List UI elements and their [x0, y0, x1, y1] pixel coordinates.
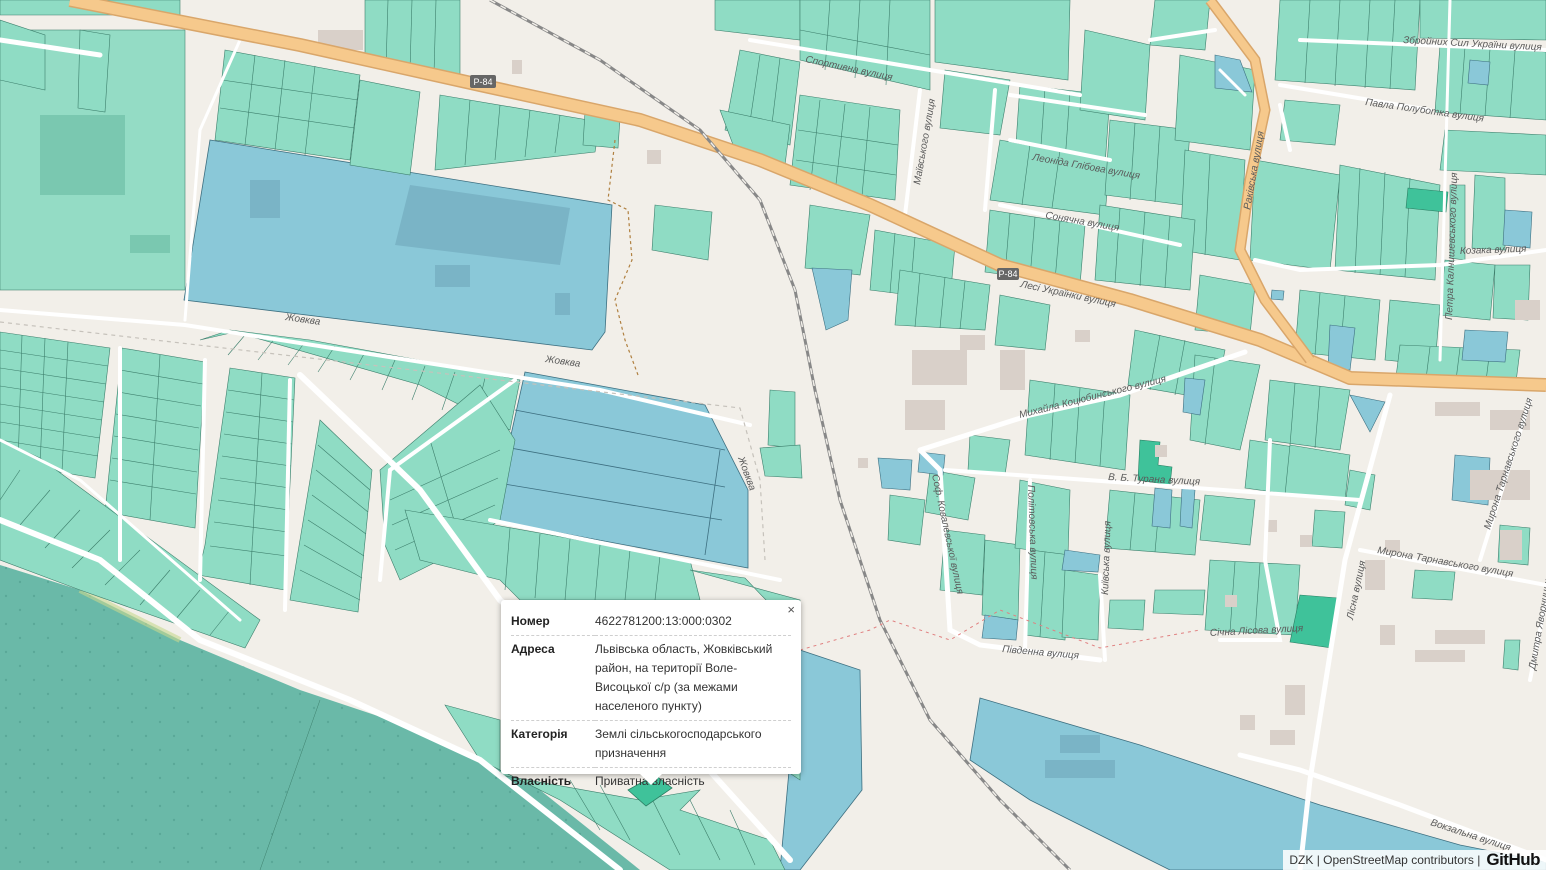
map-attribution: DZK | OpenStreetMap contributors | GitHu… — [1283, 850, 1546, 870]
building — [40, 115, 125, 195]
attribution-text[interactable]: DZK | OpenStreetMap contributors | — [1289, 853, 1480, 867]
info-row-address: Адреса Львівська область, Жовківський ра… — [511, 635, 791, 721]
building — [555, 293, 570, 315]
parcel-info-table: Номер 4622781200:13:000:0302 Адреса Льві… — [511, 608, 791, 795]
parcel-info-popup: × Номер 4622781200:13:000:0302 Адреса Ль… — [501, 600, 801, 788]
info-value: Львівська область, Жовківський район, на… — [595, 635, 791, 721]
street-label: Козака вулиця — [1460, 244, 1528, 257]
info-value: Приватна власність — [595, 774, 705, 788]
street-label: Дмитра Яворницького — [1527, 563, 1546, 672]
info-value: 4622781200:13:000:0302 — [595, 608, 791, 636]
building — [435, 265, 470, 287]
building — [250, 180, 280, 218]
github-logo-icon[interactable]: GitHub — [1486, 850, 1540, 870]
popup-tip — [639, 773, 663, 785]
street-label: Лісна вулиця — [1345, 559, 1369, 622]
street-label: Південна вулиця — [1002, 644, 1080, 662]
building — [1060, 735, 1100, 753]
info-label: Номер — [511, 608, 595, 636]
road-badge: P-84 — [998, 269, 1017, 279]
town-parcels[interactable] — [714, 0, 1546, 671]
info-value: Землі сільськогосподарського призначення — [595, 720, 791, 768]
road-badge: P-84 — [473, 77, 492, 87]
street-label: Жовква — [544, 354, 582, 370]
close-icon[interactable]: × — [787, 603, 795, 617]
info-row-category: Категорія Землі сільськогосподарського п… — [511, 720, 791, 768]
info-label: Власність — [511, 774, 572, 788]
info-label: Адреса — [511, 635, 595, 721]
info-row-number: Номер 4622781200:13:000:0302 — [511, 608, 791, 636]
building — [1045, 760, 1115, 778]
water-area — [969, 697, 1546, 870]
info-label: Категорія — [511, 720, 595, 768]
street-label: Київська вулиця — [1100, 520, 1114, 595]
building — [130, 235, 170, 253]
